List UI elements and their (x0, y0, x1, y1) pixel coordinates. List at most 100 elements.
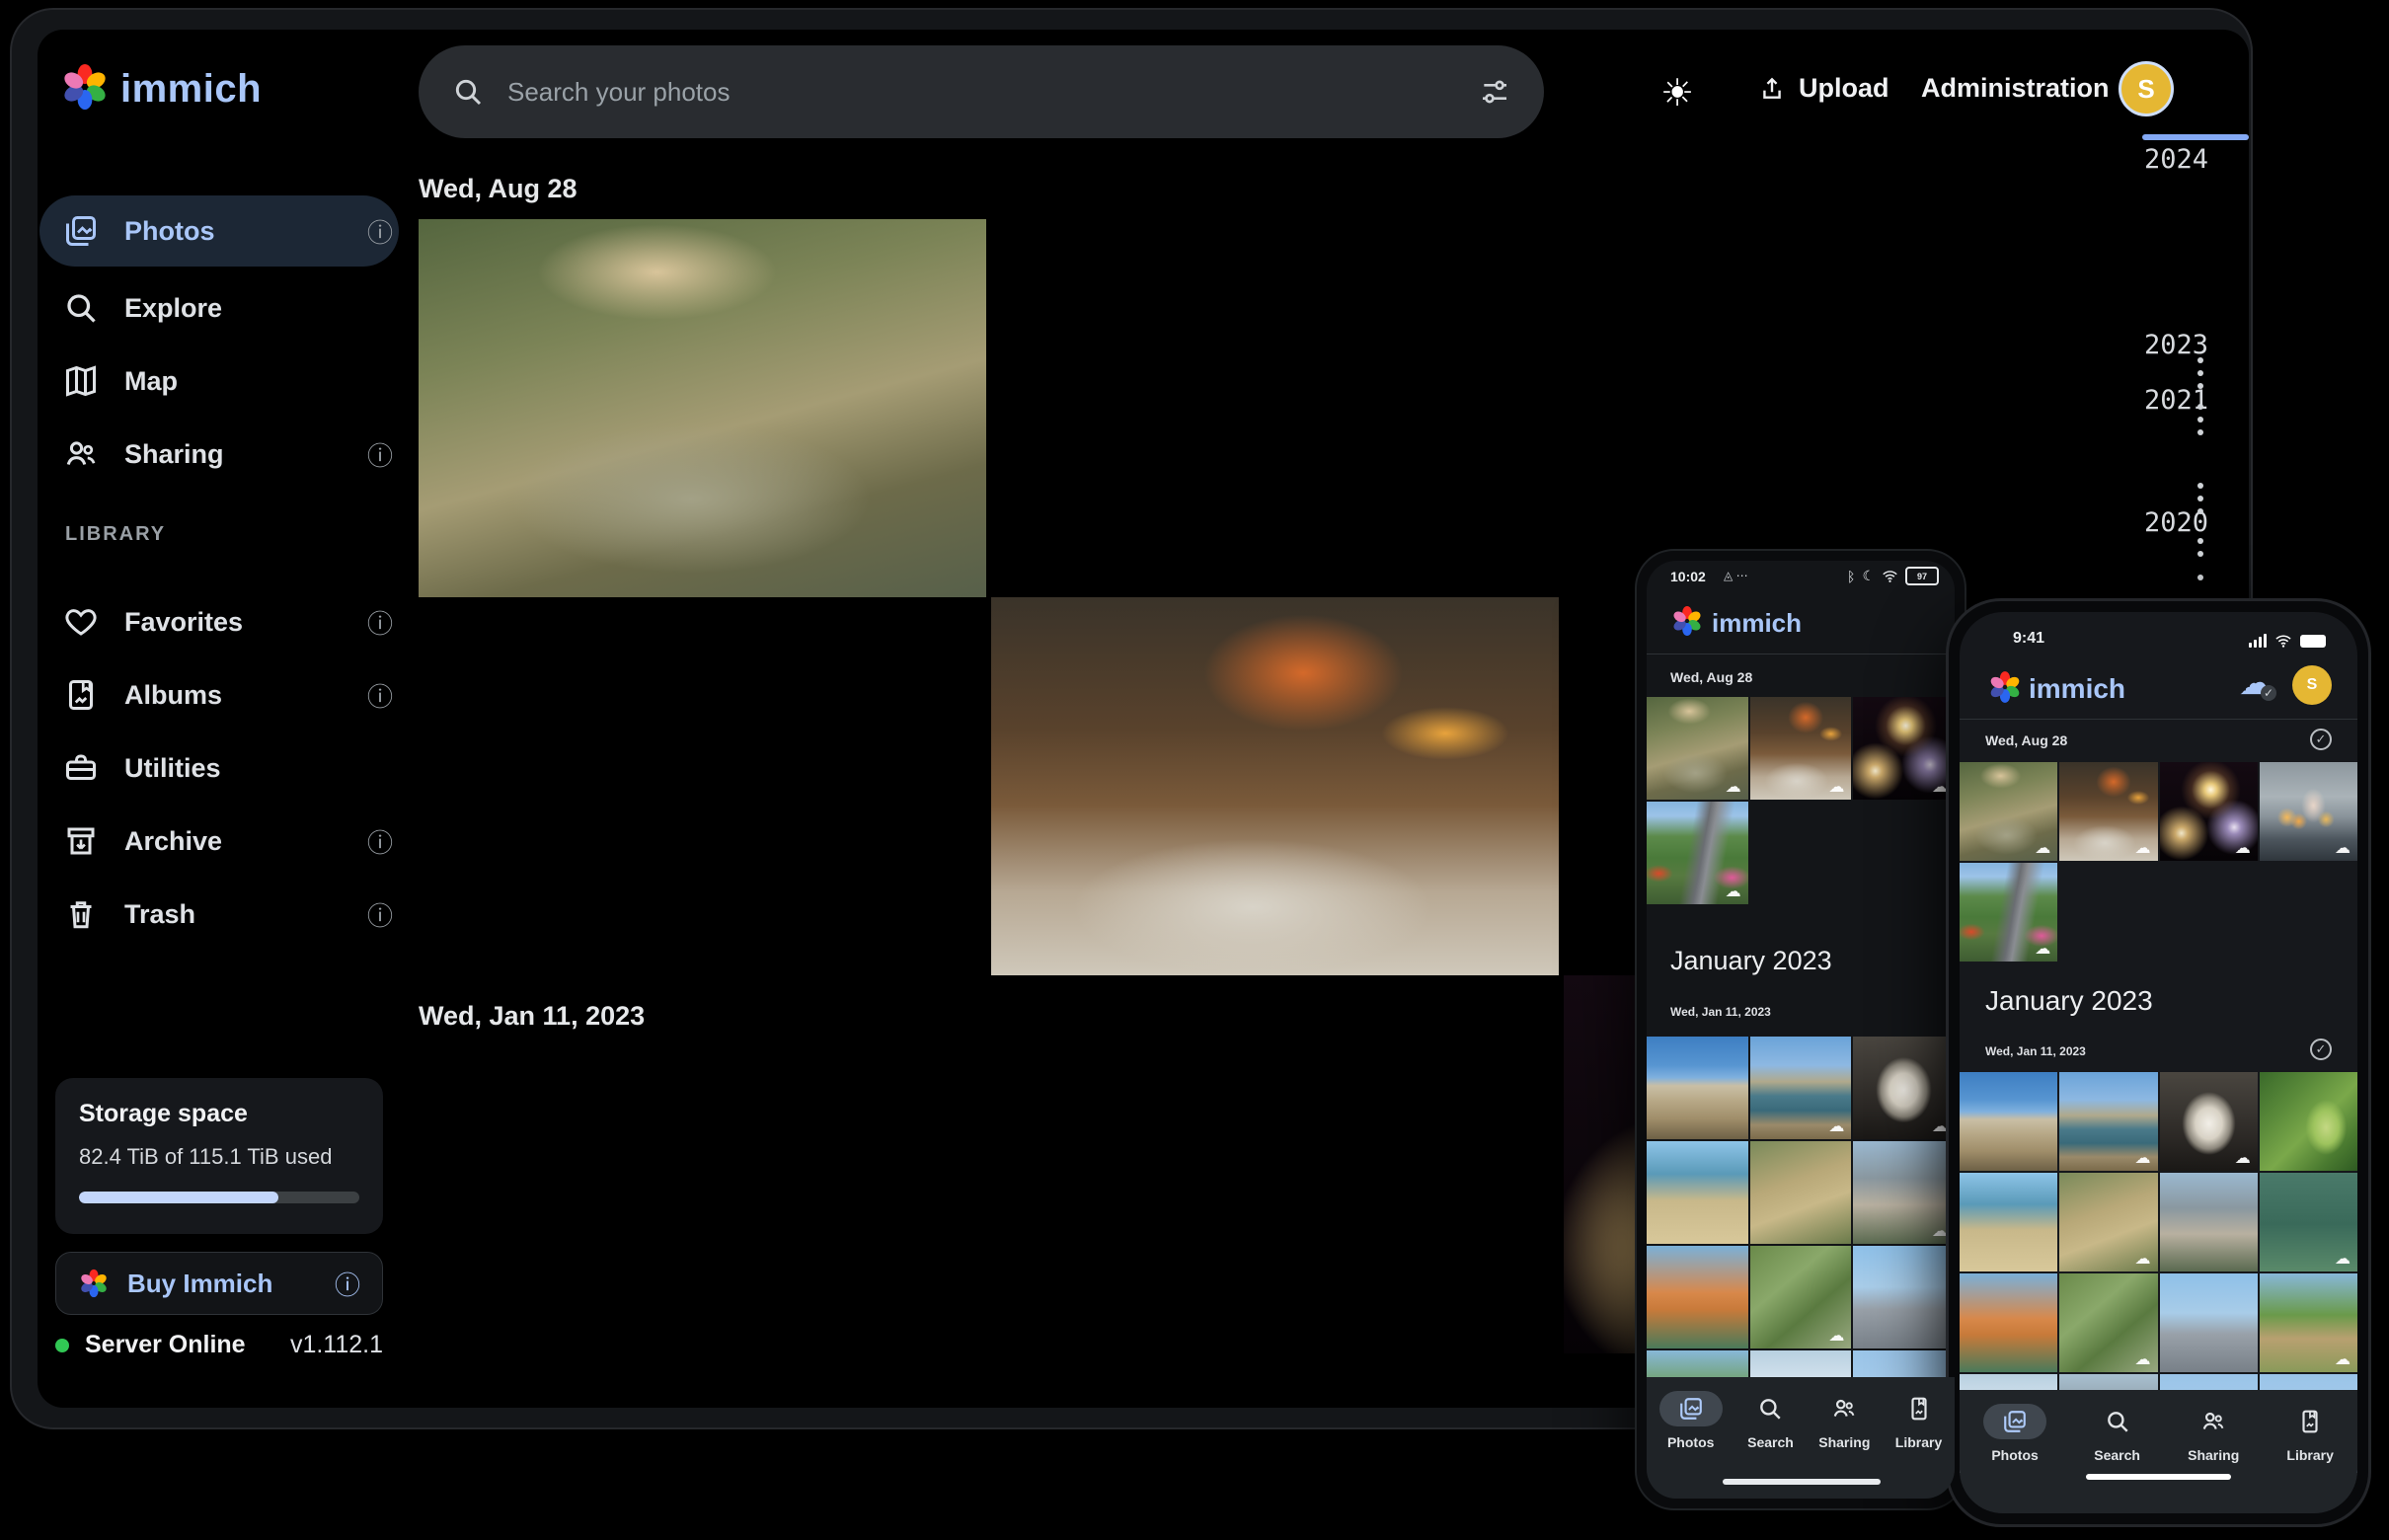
phone1-date-header: Wed, Aug 28 (1670, 669, 1752, 685)
photo-thumbnail[interactable] (1750, 1246, 1852, 1348)
upload-label: Upload (1799, 73, 1889, 104)
phone2-app-title: immich (2029, 673, 2125, 705)
info-icon[interactable]: ⓘ (367, 823, 393, 860)
phone2-clock: 9:41 (2013, 630, 2044, 648)
date-header: Wed, Jan 11, 2023 (419, 1001, 645, 1032)
photo-thumbnail[interactable] (2059, 1072, 2157, 1171)
photo-thumbnail[interactable] (2260, 1273, 2357, 1372)
timeline-year[interactable]: 2023 (2144, 330, 2208, 360)
people-icon (1831, 1396, 1857, 1422)
photo-thumbnail[interactable] (2059, 762, 2157, 861)
sidebar-item-label: Sharing (124, 439, 342, 470)
phone1-status-icons: ᛒ ☾ 97 (1847, 567, 1939, 585)
photo-thumbnail[interactable] (2160, 762, 2258, 861)
photo-thumbnail[interactable] (2260, 1072, 2357, 1171)
timeline-dot (2197, 357, 2203, 363)
sidebar-item-map[interactable]: Map (39, 349, 399, 413)
nav-search[interactable]: Search (1747, 1391, 1794, 1450)
photo-thumbnail[interactable] (419, 219, 986, 597)
photo-thumbnail[interactable] (2059, 1273, 2157, 1372)
search-input[interactable] (505, 76, 1457, 109)
timeline-year[interactable]: 2021 (2144, 385, 2208, 416)
timeline-scrub-indicator[interactable] (2142, 134, 2249, 140)
photo-thumbnail[interactable] (1853, 1246, 1955, 1348)
buy-immich-button[interactable]: Buy Immich ⓘ (55, 1252, 383, 1315)
photo-thumbnail[interactable] (1960, 1072, 2057, 1171)
photo-thumbnail[interactable] (1960, 1273, 2057, 1372)
photo-thumbnail[interactable] (2260, 762, 2357, 861)
photo-thumbnail[interactable] (2160, 1273, 2258, 1372)
timeline-dot (2197, 370, 2203, 376)
photo-thumbnail[interactable] (991, 597, 1559, 975)
photo-thumbnail[interactable] (1750, 1037, 1852, 1139)
search-bar[interactable] (419, 45, 1544, 138)
photo-thumbnail[interactable] (1853, 1037, 1955, 1139)
server-status-row: Server Online v1.112.1 (55, 1331, 383, 1359)
timeline-year[interactable]: 2024 (2144, 144, 2208, 175)
photos-icon (1678, 1396, 1704, 1422)
info-icon[interactable]: ⓘ (335, 1266, 360, 1302)
nav-sharing[interactable]: Sharing (2188, 1404, 2239, 1463)
upload-button[interactable]: Upload (1759, 73, 1889, 104)
upload-icon (1759, 76, 1785, 102)
sidebar-item-albums[interactable]: Albums ⓘ (39, 663, 399, 727)
nav-library[interactable]: Library (2286, 1404, 2333, 1463)
photo-thumbnail[interactable] (1960, 762, 2057, 861)
user-avatar[interactable]: S (2119, 61, 2174, 116)
photo-thumbnail[interactable] (1647, 802, 1748, 904)
photo-thumbnail[interactable] (2059, 1173, 2157, 1271)
immich-logo-icon (59, 61, 111, 113)
photo-thumbnail[interactable] (1647, 1037, 1748, 1139)
user-avatar[interactable]: S (2292, 665, 2332, 705)
timeline-dot (2197, 417, 2203, 423)
sidebar-item-utilities[interactable]: Utilities (39, 736, 399, 800)
sidebar-item-archive[interactable]: Archive ⓘ (39, 809, 399, 873)
home-indicator[interactable] (2086, 1474, 2231, 1480)
nav-photos[interactable]: Photos (1659, 1391, 1723, 1450)
cell-signal-icon (2249, 634, 2267, 648)
select-all-check-icon[interactable]: ✓ (2310, 729, 2332, 750)
heart-icon (63, 604, 99, 640)
nav-photos[interactable]: Photos (1983, 1404, 2046, 1463)
photo-thumbnail[interactable] (1750, 697, 1852, 800)
theme-toggle-sun-icon[interactable]: ☀ (1660, 71, 1694, 116)
photo-thumbnail[interactable] (2160, 1072, 2258, 1171)
phone2-date-header: Wed, Aug 28 (1985, 732, 2067, 748)
info-icon[interactable]: ⓘ (367, 896, 393, 933)
photo-thumbnail[interactable] (1960, 1173, 2057, 1271)
nav-search[interactable]: Search (2094, 1404, 2140, 1463)
info-icon[interactable]: ⓘ (367, 677, 393, 714)
nav-label: Library (2286, 1447, 2333, 1463)
info-icon[interactable]: ⓘ (367, 604, 393, 641)
administration-link[interactable]: Administration (1921, 73, 2110, 104)
photo-thumbnail[interactable] (1960, 863, 2057, 962)
select-all-check-icon[interactable]: ✓ (2310, 1039, 2332, 1060)
photo-thumbnail[interactable] (1647, 1141, 1748, 1244)
photo-thumbnail[interactable] (1647, 1246, 1748, 1348)
photo-thumbnail[interactable] (1853, 697, 1955, 800)
sidebar-item-explore[interactable]: Explore (39, 276, 399, 340)
nav-sharing[interactable]: Sharing (1818, 1391, 1870, 1450)
tune-filter-icon[interactable] (1479, 76, 1510, 108)
phone1-clock: 10:02 (1670, 569, 1706, 584)
home-indicator[interactable] (1723, 1479, 1881, 1485)
photo-thumbnail[interactable] (2160, 1173, 2258, 1271)
photo-thumbnail[interactable] (1750, 1141, 1852, 1244)
sidebar-item-photos[interactable]: Photos ⓘ (39, 195, 399, 267)
info-icon[interactable]: ⓘ (367, 436, 393, 473)
backup-cloud-icon[interactable]: ☁✓ (2239, 663, 2273, 703)
phone2-screen: 9:41 immich ☁✓ S Wed, Aug 28 ✓ January 2… (1960, 612, 2357, 1513)
immich-logo-icon (1987, 669, 2023, 705)
photo-thumbnail[interactable] (2260, 1173, 2357, 1271)
sidebar-item-sharing[interactable]: Sharing ⓘ (39, 423, 399, 486)
info-icon[interactable]: ⓘ (367, 213, 393, 250)
photo-thumbnail[interactable] (1853, 1141, 1955, 1244)
nav-library[interactable]: Library (1895, 1391, 1942, 1450)
storage-progress-bar (79, 1192, 359, 1203)
sidebar-item-favorites[interactable]: Favorites ⓘ (39, 590, 399, 654)
sidebar-item-trash[interactable]: Trash ⓘ (39, 883, 399, 946)
photo-thumbnail[interactable] (1647, 697, 1748, 800)
active-pill (1983, 1404, 2046, 1439)
timeline-dot (2197, 429, 2203, 435)
timeline-dot (2197, 575, 2203, 580)
